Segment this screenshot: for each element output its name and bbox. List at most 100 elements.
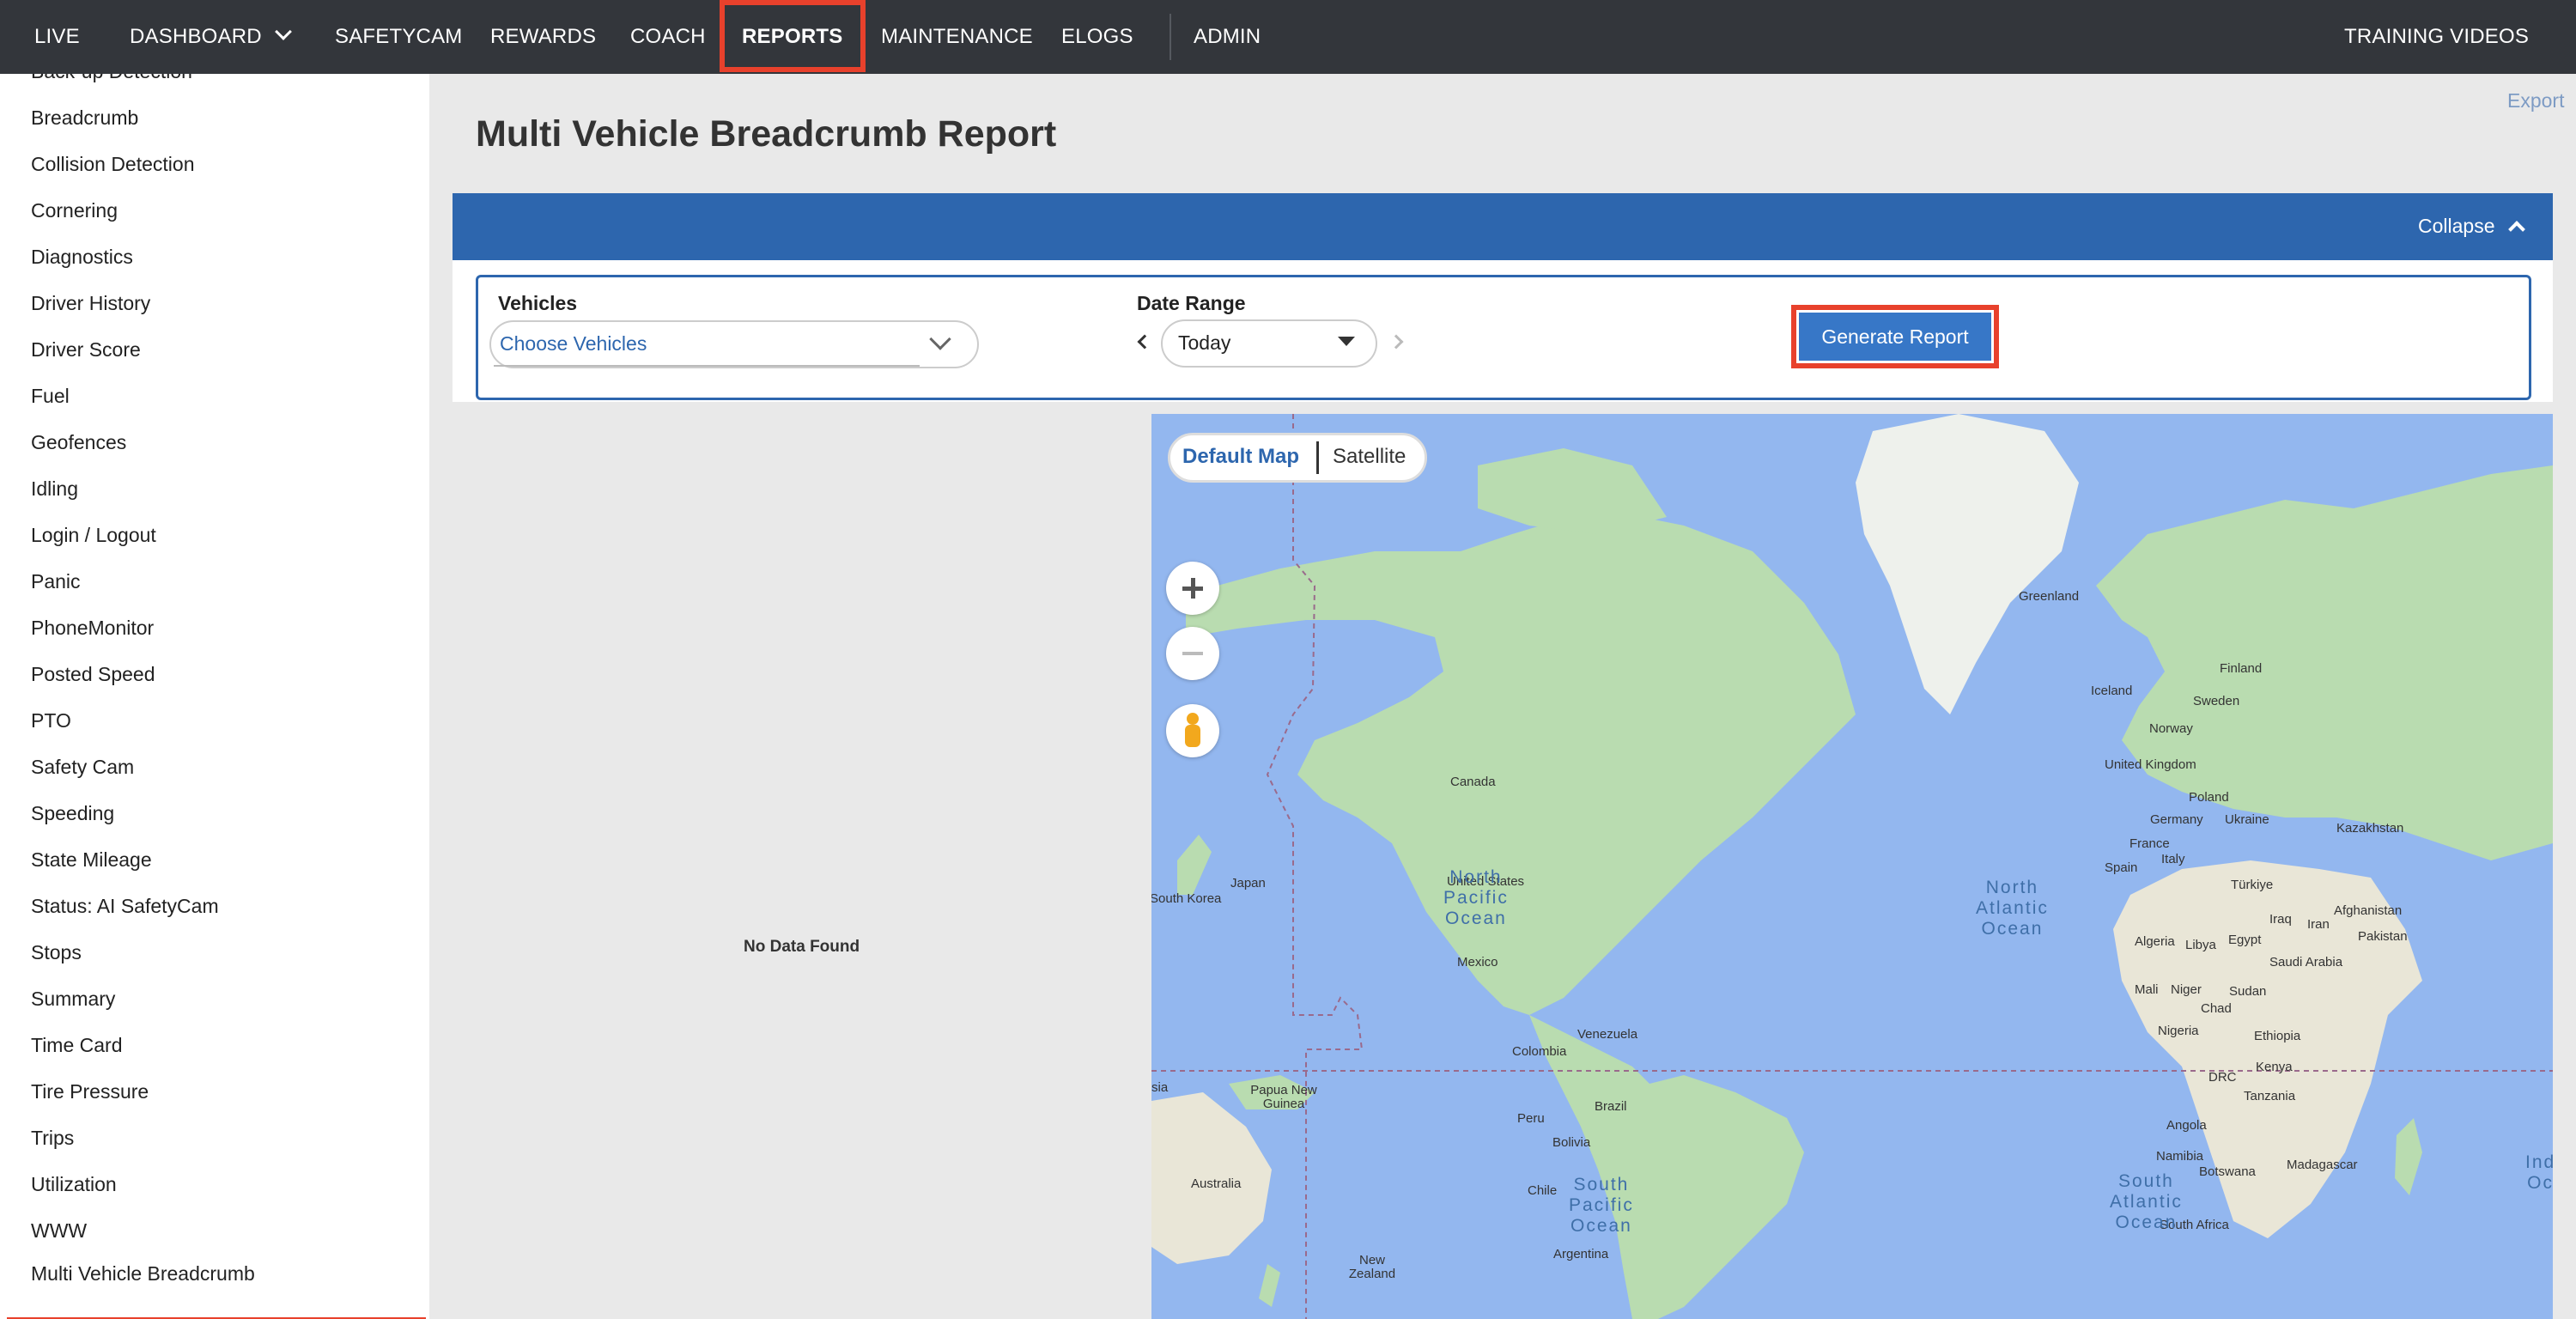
sidebar-item-phonemonitor[interactable]: PhoneMonitor bbox=[31, 617, 154, 640]
sidebar-item-speeding[interactable]: Speeding bbox=[31, 802, 114, 825]
land-eurasia bbox=[2096, 465, 2553, 860]
sidebar-item-tire-pressure[interactable]: Tire Pressure bbox=[31, 1080, 149, 1103]
sidebar-item-pto[interactable]: PTO bbox=[31, 709, 71, 732]
minus-icon bbox=[1182, 652, 1203, 655]
sidebar-item-trips[interactable]: Trips bbox=[31, 1127, 74, 1150]
map-label-drc: DRC bbox=[2208, 1070, 2237, 1085]
map-label-iraq: Iraq bbox=[2269, 912, 2292, 927]
map-label-turkiye: Türkiye bbox=[2231, 878, 2274, 892]
generate-report-button[interactable]: Generate Report bbox=[1799, 313, 1991, 361]
nav-rewards[interactable]: REWARDS bbox=[490, 0, 596, 74]
map-label-poland: Poland bbox=[2189, 790, 2229, 805]
map-label-south-korea: South Korea bbox=[1151, 891, 1222, 906]
sidebar-item-summary[interactable]: Summary bbox=[31, 988, 115, 1011]
ocean-label-north-atlantic: North Atlantic Ocean bbox=[1976, 878, 2049, 939]
map-label-finland: Finland bbox=[2220, 661, 2263, 676]
sidebar-item-posted-speed[interactable]: Posted Speed bbox=[31, 663, 155, 686]
sidebar-item-time-card[interactable]: Time Card bbox=[31, 1034, 123, 1057]
map-label-argentina: Argentina bbox=[1553, 1247, 1609, 1261]
map-label-germany: Germany bbox=[2150, 812, 2203, 827]
pegman-icon bbox=[1187, 713, 1199, 725]
plus-icon-vertical bbox=[1191, 578, 1195, 599]
map-label-nigeria: Nigeria bbox=[2158, 1024, 2199, 1038]
sidebar-item-idling[interactable]: Idling bbox=[31, 477, 78, 501]
sidebar-item-collision-detection[interactable]: Collision Detection bbox=[31, 153, 194, 176]
sidebar-item-geofences[interactable]: Geofences bbox=[31, 431, 126, 454]
no-data-message: No Data Found bbox=[744, 938, 860, 956]
sidebar-item-fuel[interactable]: Fuel bbox=[31, 385, 70, 408]
land-south-america bbox=[1529, 1015, 1804, 1319]
map-label-australia: Australia bbox=[1191, 1176, 1242, 1191]
map-label-france: France bbox=[2129, 836, 2170, 851]
map-label-algeria: Algeria bbox=[2135, 934, 2175, 949]
map-label-brazil: Brazil bbox=[1595, 1099, 1627, 1114]
land-madagascar bbox=[2395, 1118, 2422, 1195]
map-label-venezuela: Venezuela bbox=[1577, 1027, 1638, 1042]
map-label-tanzania: Tanzania bbox=[2244, 1089, 2296, 1103]
nav-live[interactable]: LIVE bbox=[34, 0, 80, 74]
map-label-botswana: Botswana bbox=[2199, 1164, 2256, 1179]
map-label-colombia: Colombia bbox=[1512, 1044, 1567, 1059]
map-label-uk: United Kingdom bbox=[2105, 757, 2196, 772]
sidebar-item-www[interactable]: WWW bbox=[31, 1219, 87, 1243]
page-title: Multi Vehicle Breadcrumb Report bbox=[476, 113, 1057, 155]
map-label-mexico: Mexico bbox=[1457, 955, 1498, 969]
map-label-papua-new-guinea: Papua New Guinea bbox=[1241, 1084, 1327, 1111]
map-label-greenland: Greenland bbox=[2019, 589, 2080, 604]
land-greenland bbox=[1856, 414, 2079, 714]
nav-coach[interactable]: COACH bbox=[630, 0, 706, 74]
nav-elogs[interactable]: ELOGS bbox=[1061, 0, 1133, 74]
sidebar-item-stops[interactable]: Stops bbox=[31, 941, 82, 964]
map-label-afghanistan: Afghanistan bbox=[2334, 903, 2403, 918]
pegman-icon-body bbox=[1185, 725, 1200, 747]
caret-down-icon bbox=[1338, 337, 1355, 346]
nav-admin[interactable]: ADMIN bbox=[1194, 0, 1261, 74]
map-label-asia-partial: sia bbox=[1151, 1080, 1169, 1095]
sidebar-item-cornering[interactable]: Cornering bbox=[31, 199, 118, 222]
sidebar-item-login-logout[interactable]: Login / Logout bbox=[31, 524, 156, 547]
map-label-italy: Italy bbox=[2161, 852, 2185, 866]
sidebar-item-backup-detection[interactable]: Back-up Detection bbox=[31, 74, 192, 83]
sidebar-item-safety-cam[interactable]: Safety Cam bbox=[31, 756, 134, 779]
date-range-value: Today bbox=[1178, 331, 1231, 354]
sidebar-item-panic[interactable]: Panic bbox=[31, 570, 81, 593]
map-label-chile: Chile bbox=[1528, 1183, 1558, 1198]
sidebar-item-utilization[interactable]: Utilization bbox=[31, 1173, 117, 1196]
sidebar-item-breadcrumb[interactable]: Breadcrumb bbox=[31, 106, 138, 130]
satellite-button[interactable]: Satellite bbox=[1333, 445, 1406, 469]
map-label-libya: Libya bbox=[2185, 938, 2216, 952]
ocean-label-indian: Ind Oc bbox=[2525, 1152, 2553, 1193]
collapse-toggle[interactable]: Collapse bbox=[2418, 215, 2525, 238]
sidebar-item-state-mileage[interactable]: State Mileage bbox=[31, 848, 152, 872]
collapse-label: Collapse bbox=[2418, 215, 2495, 237]
sidebar-item-driver-score[interactable]: Driver Score bbox=[31, 338, 141, 362]
export-link[interactable]: Export bbox=[2507, 89, 2564, 112]
sidebar-item-diagnostics[interactable]: Diagnostics bbox=[31, 246, 133, 269]
map-label-madagascar: Madagascar bbox=[2287, 1158, 2358, 1172]
map-label-mali: Mali bbox=[2135, 982, 2159, 997]
filter-panel-header bbox=[453, 193, 2553, 260]
map[interactable]: Greenland Iceland Finland Sweden Norway … bbox=[1151, 414, 2553, 1319]
default-map-button[interactable]: Default Map bbox=[1182, 445, 1299, 469]
map-label-angola: Angola bbox=[2166, 1118, 2207, 1133]
sidebar-item-status-ai-safetycam[interactable]: Status: AI SafetyCam bbox=[31, 895, 219, 918]
map-label-chad: Chad bbox=[2201, 1001, 2232, 1016]
nav-safetycam[interactable]: SAFETYCAM bbox=[335, 0, 462, 74]
nav-maintenance[interactable]: MAINTENANCE bbox=[881, 0, 1033, 74]
map-label-kazakhstan: Kazakhstan bbox=[2336, 821, 2404, 836]
map-label-ukraine: Ukraine bbox=[2225, 812, 2269, 827]
map-label-canada: Canada bbox=[1450, 775, 1496, 789]
nav-reports[interactable]: REPORTS bbox=[742, 0, 842, 74]
land-north-america bbox=[1186, 508, 1856, 1015]
map-label-png-text: Papua New Guinea bbox=[1250, 1083, 1317, 1111]
land-japan bbox=[1177, 835, 1212, 895]
world-map-graphic bbox=[1151, 414, 2553, 1319]
map-label-namibia: Namibia bbox=[2156, 1149, 2204, 1164]
sidebar-item-driver-history[interactable]: Driver History bbox=[31, 292, 150, 315]
sidebar-item-multi-vehicle-breadcrumb[interactable]: Multi Vehicle Breadcrumb bbox=[31, 1262, 255, 1286]
nav-divider bbox=[1170, 14, 1171, 60]
map-label-new-zealand: New Zealand bbox=[1342, 1254, 1402, 1281]
nav-dashboard[interactable]: DASHBOARD bbox=[130, 0, 292, 74]
nav-training-videos[interactable]: TRAINING VIDEOS bbox=[2344, 0, 2529, 74]
map-label-egypt: Egypt bbox=[2228, 933, 2262, 947]
